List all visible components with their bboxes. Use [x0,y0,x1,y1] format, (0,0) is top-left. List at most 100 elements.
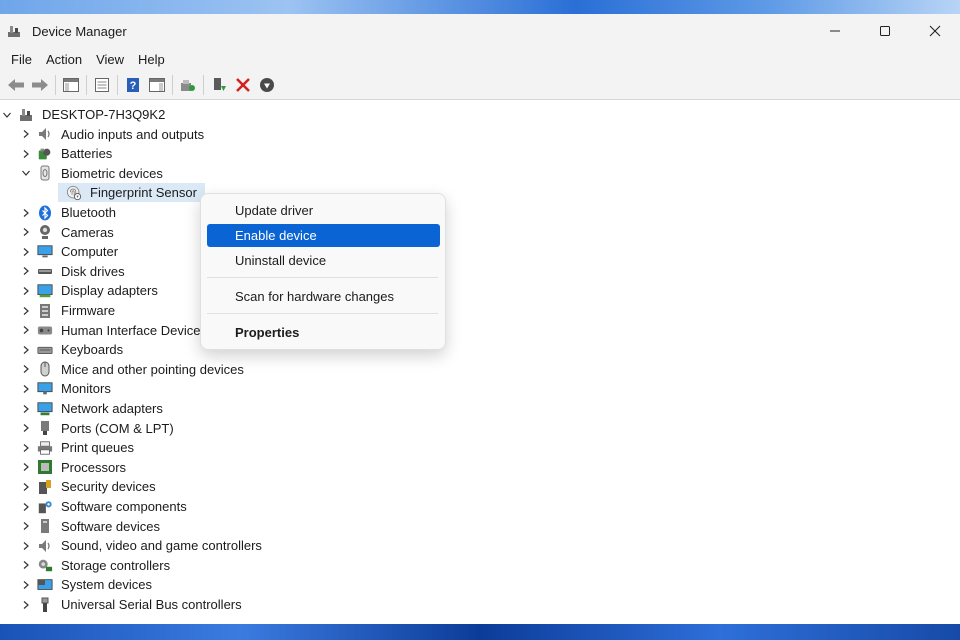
chevron-down-icon [22,170,30,177]
ctx-update-driver[interactable]: Update driver [207,199,440,222]
expand-chevron[interactable] [21,364,31,374]
disk-drive-icon [37,263,53,279]
expand-chevron[interactable] [21,149,31,159]
tree-item-label: Mice and other pointing devices [61,361,244,377]
toolbar-separator [117,74,118,95]
ctx-properties[interactable]: Properties [207,321,440,344]
tree-item-label: Disk drives [61,263,125,279]
display-adapter-icon [37,283,53,299]
expand-chevron[interactable] [21,208,31,218]
tree-item-disk-drives[interactable]: Disk drives [21,262,125,281]
tree-item-network-adapters[interactable]: Network adapters [21,399,163,418]
uninstall-device-button[interactable] [231,74,254,96]
title-bar[interactable]: Device Manager [0,14,960,48]
menu-file[interactable]: File [4,52,39,67]
expand-chevron[interactable] [21,404,31,414]
expand-chevron[interactable] [21,345,31,355]
tree-item-software-devices[interactable]: Software devices [21,517,160,536]
toolbar-separator [203,74,204,95]
expand-chevron[interactable] [21,247,31,257]
ctx-uninstall-device[interactable]: Uninstall device [207,249,440,272]
chevron-right-icon [23,541,29,550]
usb-icon [37,597,53,613]
chevron-right-icon [23,580,29,589]
expand-chevron[interactable] [21,306,31,316]
expand-chevron[interactable] [21,560,31,570]
tree-item-security-devices[interactable]: Security devices [21,477,156,496]
expand-chevron[interactable] [21,266,31,276]
menu-view[interactable]: View [89,52,131,67]
expand-chevron[interactable] [21,462,31,472]
collapse-chevron[interactable] [21,168,31,178]
minimize-button[interactable] [810,14,860,48]
chevron-right-icon [23,502,29,511]
expand-chevron[interactable] [21,521,31,531]
tree-item-storage-controllers[interactable]: Storage controllers [21,556,170,575]
tree-item-batteries[interactable]: Batteries [21,144,112,163]
expand-chevron[interactable] [21,502,31,512]
tree-item-keyboards[interactable]: Keyboards [21,340,123,359]
menu-action[interactable]: Action [39,52,89,67]
processor-icon [37,459,53,475]
show-hide-console-tree-button[interactable] [59,74,82,96]
chevron-right-icon [23,443,29,452]
chevron-right-icon [23,326,29,335]
ctx-scan-hardware-changes[interactable]: Scan for hardware changes [207,285,440,308]
expand-chevron[interactable] [21,482,31,492]
update-driver-button[interactable] [207,74,230,96]
tree-item-computer[interactable]: Computer [21,242,118,261]
tree-item-firmware[interactable]: Firmware [21,301,115,320]
chevron-right-icon [23,404,29,413]
enable-device-button[interactable] [255,74,278,96]
expand-chevron[interactable] [21,286,31,296]
tree-item-root[interactable]: DESKTOP-7H3Q9K2 [2,105,165,124]
tree-item-system-devices[interactable]: System devices [21,575,152,594]
chevron-right-icon [23,306,29,315]
tree-item-processors[interactable]: Processors [21,458,126,477]
tree-item-label: Fingerprint Sensor [90,185,197,201]
show-action-pane-button[interactable] [145,74,168,96]
collapse-chevron[interactable] [2,110,12,120]
expand-chevron[interactable] [21,227,31,237]
back-button[interactable] [4,74,27,96]
tree-item-audio-inputs-and-outputs[interactable]: Audio inputs and outputs [21,125,204,144]
expand-chevron[interactable] [21,443,31,453]
tree-item-universal-serial-bus-controllers[interactable]: Universal Serial Bus controllers [21,595,242,614]
enable-device-icon [259,77,274,92]
tree-item-cameras[interactable]: Cameras [21,223,114,242]
expand-chevron[interactable] [21,541,31,551]
tree-item-label: Sound, video and game controllers [61,538,262,554]
tree-item-ports-com-lpt[interactable]: Ports (COM & LPT) [21,419,174,438]
expand-chevron[interactable] [21,384,31,394]
expand-chevron[interactable] [21,580,31,590]
tree-item-display-adapters[interactable]: Display adapters [21,281,158,300]
computer-icon [37,244,53,260]
speaker-icon [37,126,53,142]
forward-button[interactable] [28,74,51,96]
menu-help[interactable]: Help [131,52,172,67]
expand-chevron[interactable] [21,129,31,139]
tree-item-human-interface-devices[interactable]: Human Interface Devices [21,321,207,340]
tree-item-fingerprint-sensor[interactable]: Fingerprint Sensor [58,183,205,203]
ctx-enable-device[interactable]: Enable device [207,224,440,247]
tree-item-sound-video-and-game-controllers[interactable]: Sound, video and game controllers [21,536,262,555]
properties-button[interactable] [90,74,113,96]
expand-chevron[interactable] [21,423,31,433]
device-manager-app-icon [6,23,22,39]
tree-item-print-queues[interactable]: Print queues [21,438,134,457]
expand-chevron[interactable] [21,325,31,335]
tree-item-bluetooth[interactable]: Bluetooth [21,203,116,222]
tree-item-monitors[interactable]: Monitors [21,379,111,398]
computer-root-icon [18,107,34,123]
help-button[interactable]: ? [121,74,144,96]
uninstall-device-icon [235,77,250,92]
minimize-icon [830,30,840,32]
properties-icon [94,77,109,92]
close-button[interactable] [910,14,960,48]
scan-hardware-button[interactable] [176,74,199,96]
tree-item-software-components[interactable]: Software components [21,497,187,516]
tree-item-biometric-devices[interactable]: Biometric devices [21,164,163,183]
expand-chevron[interactable] [21,600,31,610]
tree-item-mice-and-other-pointing-devices[interactable]: Mice and other pointing devices [21,360,244,379]
maximize-button[interactable] [860,14,910,48]
